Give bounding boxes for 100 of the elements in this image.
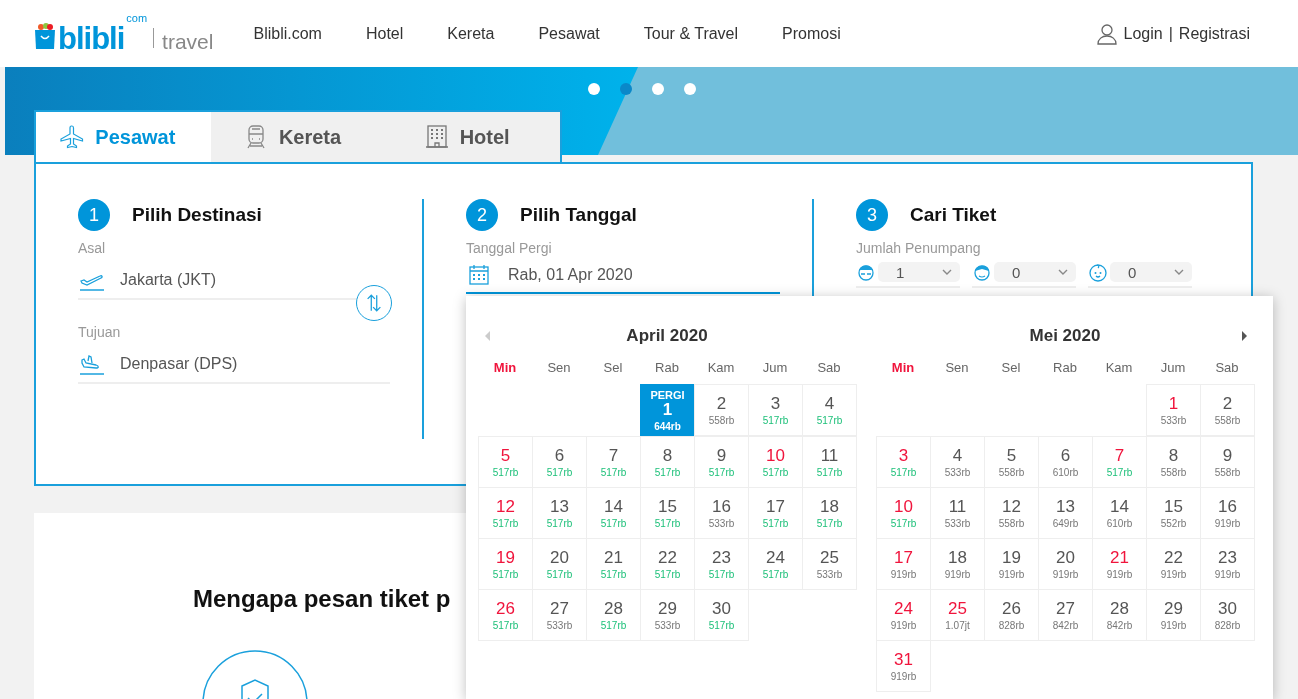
weekday-label: Sel (1000, 360, 1022, 377)
weekday-label: Rab (654, 360, 680, 377)
carousel-dot[interactable] (588, 83, 600, 95)
day-number: 6 (1060, 446, 1071, 465)
day-number: 5 (1006, 446, 1017, 465)
day-number: 10 (894, 497, 913, 516)
nav-link[interactable]: Tour & Travel (643, 24, 739, 43)
fare-price: 517rb (654, 568, 681, 580)
nav-link[interactable]: Pesawat (538, 24, 600, 43)
field-label: Tanggal Pergi (466, 240, 553, 256)
passenger-dropdown[interactable]: 0 (994, 262, 1076, 282)
field-value: Jakarta (JKT) (120, 271, 216, 289)
destination-field[interactable]: Denpasar (DPS) (78, 346, 390, 384)
day-number: 23 (712, 548, 731, 567)
fare-price: 842rb (1052, 619, 1079, 631)
adult-face-icon (856, 262, 876, 282)
separator: | (1168, 24, 1173, 43)
calendar-day[interactable]: 2 558rb (1200, 384, 1255, 436)
day-number: 18 (948, 548, 967, 567)
baby-face-icon (1088, 262, 1108, 282)
passenger-dropdown[interactable]: 0 (1110, 262, 1192, 282)
day-number: 9 (716, 446, 727, 465)
day-number: 24 (766, 548, 785, 567)
date-field[interactable]: Rab, 01 Apr 2020 (466, 258, 780, 294)
nav-link[interactable]: Hotel (365, 24, 404, 43)
calendar-day[interactable]: 3 517rb (876, 436, 931, 488)
fare-price: 533rb (708, 517, 735, 529)
day-number: 20 (1056, 548, 1075, 567)
weekday-label: Kam (1104, 360, 1134, 377)
day-number: 23 (1218, 548, 1237, 567)
fare-price: 517rb (600, 466, 627, 478)
fare-price: 558rb (1214, 466, 1241, 478)
fare-price: 842rb (1106, 619, 1133, 631)
calendar-day[interactable]: 5 517rb (478, 436, 533, 488)
fare-price: 649rb (1052, 517, 1079, 529)
fare-price: 533rb (944, 466, 971, 478)
fare-price: 828rb (1214, 619, 1241, 631)
fare-price: 919rb (998, 568, 1025, 580)
register-link[interactable]: Registrasi (1178, 24, 1250, 43)
field-label: Tujuan (78, 324, 122, 340)
calendar-day[interactable]: 30 828rb (1200, 589, 1255, 641)
day-number: 29 (1164, 599, 1183, 618)
day-number: 30 (712, 599, 731, 618)
fare-price: 1.07jt (945, 619, 970, 631)
weekday-label: Sen (546, 360, 572, 377)
swap-arrows-icon (364, 292, 384, 314)
field-value: Rab, 01 Apr 2020 (508, 266, 633, 284)
weekday-label: Jum (1159, 360, 1187, 377)
field-label: Jumlah Penumpang (856, 240, 982, 256)
login-link[interactable]: Login (1123, 24, 1163, 43)
fare-price: 558rb (708, 414, 735, 426)
fare-price: 517rb (762, 414, 789, 426)
fare-price: 517rb (546, 568, 573, 580)
calendar-day[interactable]: 9 558rb (1200, 436, 1255, 488)
weekday-label: Kam (706, 360, 736, 377)
nav-link[interactable]: Blibli.com (253, 24, 322, 43)
child-face-icon (972, 262, 992, 282)
calendar-day[interactable]: 30 517rb (694, 589, 749, 641)
passenger-dropdown[interactable]: 1 (878, 262, 960, 282)
fare-price: 919rb (890, 619, 917, 631)
calendar-day[interactable]: 31 919rb (876, 640, 931, 692)
calendar-day[interactable]: 3 517rb (748, 384, 803, 436)
fare-price: 517rb (708, 568, 735, 580)
day-number: 2 (716, 394, 727, 413)
chevron-down-icon (1058, 269, 1068, 275)
day-number: 18 (820, 497, 839, 516)
calendar-day[interactable]: 4 517rb (802, 384, 857, 436)
day-number: 30 (1218, 599, 1237, 618)
day-number: 8 (1168, 446, 1179, 465)
swap-button[interactable] (356, 285, 392, 321)
day-number: 3 (770, 394, 781, 413)
weekday-label: Min (890, 360, 916, 377)
day-number: 3 (898, 446, 909, 465)
weekday-label: Jum (761, 360, 789, 377)
step-title: Pilih Tanggal (520, 204, 637, 226)
fare-price: 517rb (492, 619, 519, 631)
date-tag: PERGI (650, 388, 685, 401)
day-number: 19 (496, 548, 515, 567)
calendar-day[interactable]: 26 517rb (478, 589, 533, 641)
fare-price: 517rb (816, 414, 843, 426)
day-number: 15 (1164, 497, 1183, 516)
day-number: 2 (1222, 394, 1233, 413)
calendar-day[interactable]: 25 533rb (802, 538, 857, 590)
nav-link[interactable]: Promosi (782, 24, 841, 43)
day-number: 17 (766, 497, 785, 516)
step-title: Pilih Destinasi (132, 204, 262, 226)
day-number: 31 (894, 650, 913, 669)
calendar-day[interactable]: 1 533rb (1146, 384, 1201, 436)
calendar-day[interactable]: 2 558rb (694, 384, 749, 436)
day-number: 27 (550, 599, 569, 618)
fare-price: 517rb (654, 466, 681, 478)
fare-price: 610rb (1052, 466, 1079, 478)
nav-link[interactable]: Kereta (447, 24, 495, 43)
next-month-button[interactable] (1240, 330, 1248, 342)
day-number: 4 (952, 446, 963, 465)
carousel-dot[interactable] (620, 83, 632, 95)
day-number: 12 (1002, 497, 1021, 516)
fare-price: 533rb (1160, 414, 1187, 426)
calendar-day[interactable]: 11 517rb (802, 436, 857, 488)
day-number: 16 (712, 497, 731, 516)
